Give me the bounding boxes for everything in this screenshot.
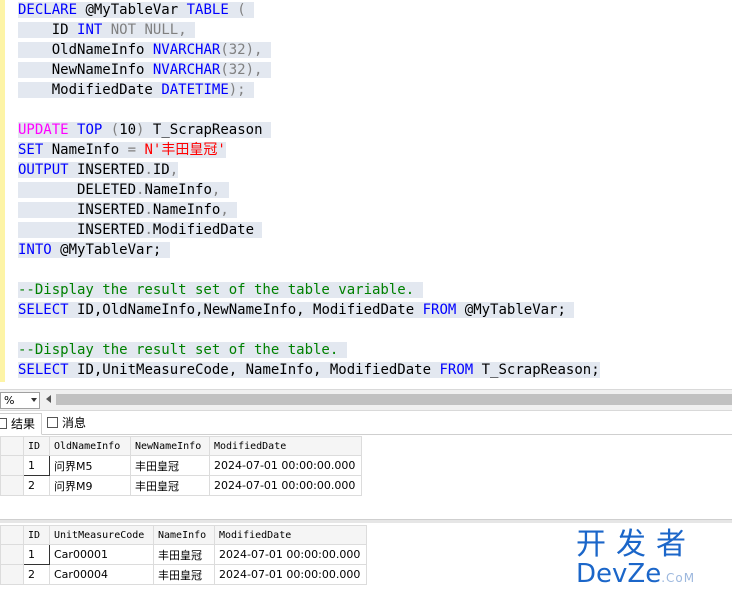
results-grid-1[interactable]: ID OldNameInfo NewNameInfo ModifiedDate … [0,436,362,496]
tab-results-label: 结果 [11,417,36,431]
cell-unitmeasurecode[interactable]: Car00004 [49,564,154,585]
results-tab-strip: 结果 消息 [0,412,732,435]
tab-messages[interactable]: 消息 [44,413,92,433]
tab-results[interactable]: 结果 [0,413,43,435]
col-header-newnameinfo[interactable]: NewNameInfo [130,436,210,456]
cell-unitmeasurecode[interactable]: Car00001 [49,544,154,565]
cell-newnameinfo[interactable]: 丰田皇冠 [130,455,210,476]
code-line-18: --Display the result set of the table. [18,340,347,360]
grid-icon [0,418,7,429]
grid-corner[interactable] [0,436,24,456]
cell-modifieddate[interactable]: 2024-07-01 00:00:00.000 [214,564,367,585]
code-line-7: UPDATE TOP (10) T_ScrapReason [18,120,271,140]
table-row[interactable]: 1 Car00001 丰田皇冠 2024-07-01 00:00:00.000 [0,544,367,565]
sql-editor[interactable]: DECLARE @MyTableVar TABLE ( ID INT NOT N… [0,0,732,388]
cell-id[interactable]: 2 [23,475,50,496]
row-selector[interactable] [0,564,24,585]
cell-id[interactable]: 1 [23,544,50,565]
table-row[interactable]: 2 问界M9 丰田皇冠 2024-07-01 00:00:00.000 [0,475,362,496]
col-header-modifieddate[interactable]: ModifiedDate [214,525,367,545]
code-line-16: SELECT ID,OldNameInfo,NewNameInfo, Modif… [18,300,575,320]
watermark-cn-text: 开发者 [576,527,696,562]
cell-oldnameinfo[interactable]: 问界M5 [49,455,131,476]
code-line-8: SET NameInfo = N'丰田皇冠' [18,142,226,158]
grid-splitter[interactable] [0,519,732,523]
col-header-unitmeasurecode[interactable]: UnitMeasureCode [49,525,154,545]
grid-corner[interactable] [0,525,24,545]
watermark-com: .CoM [661,571,696,585]
col-header-modifieddate[interactable]: ModifiedDate [209,436,362,456]
code-line-2: ID INT NOT NULL, [18,20,196,40]
code-line-13: INTO @MyTableVar; [18,240,170,260]
horizontal-scrollbar-thumb[interactable] [56,394,732,405]
cell-nameinfo[interactable]: 丰田皇冠 [153,544,215,565]
row-selector[interactable] [0,455,24,476]
results-grid-2[interactable]: ID UnitMeasureCode NameInfo ModifiedDate… [0,525,367,585]
col-header-nameinfo[interactable]: NameInfo [153,525,215,545]
cell-oldnameinfo[interactable]: 问界M9 [49,475,131,496]
grid-header-row: ID OldNameInfo NewNameInfo ModifiedDate [0,436,362,456]
col-header-oldnameinfo[interactable]: OldNameInfo [49,436,131,456]
code-line-5: ModifiedDate DATETIME); [18,80,255,100]
cell-modifieddate[interactable]: 2024-07-01 00:00:00.000 [209,455,362,476]
cell-id[interactable]: 1 [23,455,50,476]
code-line-12: INSERTED.ModifiedDate [18,222,263,238]
code-line-1: DECLARE @MyTableVar TABLE ( [18,0,255,20]
zoom-label: % [4,394,15,407]
cell-nameinfo[interactable]: 丰田皇冠 [153,564,215,585]
code-line-9: OUTPUT INSERTED.ID, [18,162,179,178]
watermark-logo: 开发者 DevZe.CoM [576,528,732,590]
row-selector[interactable] [0,475,24,496]
code-line-15: --Display the result set of the table va… [18,280,423,300]
code-line-3: OldNameInfo NVARCHAR(32), [18,40,271,60]
col-header-id[interactable]: ID [23,436,50,456]
code-line-4: NewNameInfo NVARCHAR(32), [18,60,271,80]
col-header-id[interactable]: ID [23,525,50,545]
cell-id[interactable]: 2 [23,564,50,585]
code-line-10: DELETED.NameInfo, [18,180,229,200]
zoom-dropdown[interactable]: % [0,392,40,409]
cell-modifieddate[interactable]: 2024-07-01 00:00:00.000 [209,475,362,496]
grid-header-row: ID UnitMeasureCode NameInfo ModifiedDate [0,525,367,545]
table-row[interactable]: 1 问界M5 丰田皇冠 2024-07-01 00:00:00.000 [0,455,362,476]
watermark-en-main: DevZe [576,559,662,589]
editor-status-bar: % [0,389,732,411]
change-indicator-bar [0,0,5,382]
cell-modifieddate[interactable]: 2024-07-01 00:00:00.000 [214,544,367,565]
code-line-19: SELECT ID,UnitMeasureCode, NameInfo, Mod… [18,362,600,378]
messages-icon [47,417,58,428]
cell-newnameinfo[interactable]: 丰田皇冠 [130,475,210,496]
chevron-down-icon [31,398,37,402]
row-selector[interactable] [0,544,24,565]
table-row[interactable]: 2 Car00004 丰田皇冠 2024-07-01 00:00:00.000 [0,564,367,585]
tab-messages-label: 消息 [62,416,87,430]
code-line-11: INSERTED.NameInfo, [18,200,238,220]
scroll-left-arrow-icon[interactable] [46,395,51,403]
watermark-en-text: DevZe.CoM [576,560,695,592]
